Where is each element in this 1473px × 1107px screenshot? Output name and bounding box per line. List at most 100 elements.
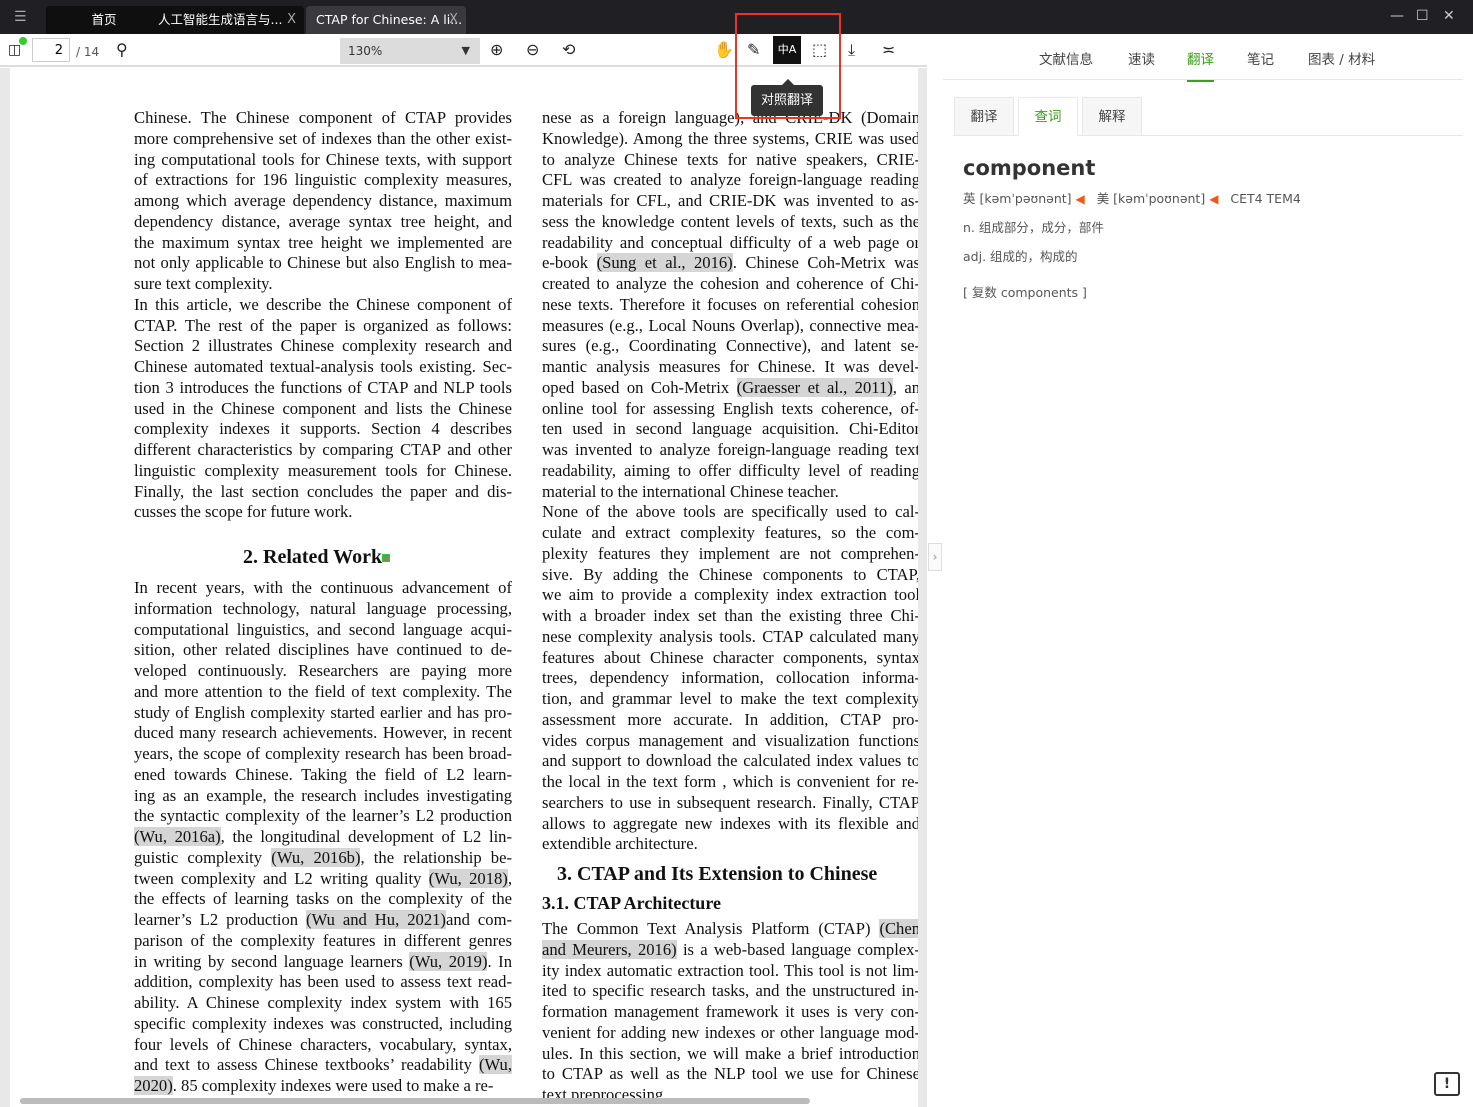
text-line: allows to aggregate new indexes with its…: [542, 813, 918, 833]
text-line: plexity features they implement are not …: [542, 543, 918, 563]
text-line: sition, other related disciplines have c…: [134, 640, 512, 660]
text-line: to analyze Chinese texts for native spea…: [542, 149, 918, 169]
citation-link[interactable]: (Chen: [879, 919, 918, 938]
text-line: of extractions for 196 linguistic comple…: [134, 170, 512, 190]
zoom-out-icon[interactable]: ⊖: [526, 40, 539, 60]
tab-home[interactable]: 首页: [46, 6, 162, 34]
panel-tabs: 文献信息 速读 翻译 笔记 图表 / 材料: [943, 34, 1463, 80]
text-line: ten used in second language acquisition.…: [542, 419, 918, 439]
tab-translate[interactable]: 翻译: [1187, 48, 1214, 68]
text-line: mantic analysis measures for Chinese. It…: [542, 357, 918, 376]
text-line: measures (e.g., Local Nouns Overlap), co…: [542, 315, 918, 335]
definition-noun: n. 组成部分，成分，部件: [963, 220, 1104, 235]
subtab-translate[interactable]: 翻译: [954, 97, 1014, 136]
citation-link[interactable]: (Sung et al., 2016): [596, 253, 733, 273]
text-line: used in the Chinese component and lists …: [134, 398, 512, 418]
text-line: in writing by second language learners (…: [134, 951, 512, 971]
text-line: duced many research achievements. Howeve…: [134, 723, 512, 743]
text-line: (Wu, 2016a), the longitudinal developmen…: [134, 827, 512, 846]
text-line: readability, aiming to offer difficulty …: [542, 460, 918, 480]
close-tab-icon[interactable]: X: [449, 6, 458, 34]
subtab-lookup[interactable]: 查词: [1018, 97, 1078, 136]
subtab-explain[interactable]: 解释: [1082, 97, 1142, 136]
hand-icon[interactable]: ✋: [714, 40, 734, 60]
select-area-icon[interactable]: ⬚: [812, 40, 827, 60]
tab-document-info[interactable]: 文献信息: [1039, 48, 1093, 68]
citation-link[interactable]: (Wu, 2019): [409, 951, 488, 971]
speaker-icon[interactable]: ◀: [1076, 192, 1085, 206]
text-line: tion 3 introduces the functions of CTAP …: [134, 377, 512, 397]
text-line: sive. By adding the Chinese components t…: [542, 564, 918, 584]
text-line: the effects of learning tasks on the com…: [134, 889, 512, 909]
text-line: trees, dependency information, collocati…: [542, 668, 918, 688]
text-line: and more attention to the field of text …: [134, 681, 512, 701]
text-line: CTAP. The rest of the paper is organized…: [134, 315, 512, 335]
horizontal-scrollbar[interactable]: [20, 1098, 810, 1104]
translate-icon[interactable]: 中A: [773, 36, 801, 64]
menu-icon[interactable]: ☰: [14, 10, 30, 24]
close-tab-icon[interactable]: X: [287, 6, 296, 34]
tab-label: CTAP for Chinese: A li...: [316, 12, 463, 27]
speaker-icon[interactable]: ◀: [1209, 192, 1218, 206]
tab-document-1[interactable]: 人工智能生成语言与... X: [148, 6, 304, 34]
close-window-button[interactable]: ✕: [1443, 8, 1455, 24]
text-line: The Common Text Analysis Platform (CTAP)…: [542, 919, 918, 938]
citation-link[interactable]: (Wu, 2016b): [271, 847, 361, 867]
rotate-icon[interactable]: ⟲: [562, 40, 575, 60]
tab-notes[interactable]: 笔记: [1247, 48, 1274, 68]
plural-form: [ 复数 components ]: [963, 285, 1087, 300]
text-column-right: The Common Text Analysis Platform (CTAP)…: [542, 919, 918, 1106]
citation-link[interactable]: (Wu, 2018): [428, 868, 508, 888]
text-line: e-book (Sung et al., 2016). Chinese Coh-…: [542, 253, 918, 273]
uk-phonetic: 英 [kəmˈpəʊnənt]: [963, 191, 1072, 206]
text-line: readability and conceptual difficulty of…: [542, 232, 918, 252]
citation-link[interactable]: (Wu and Hu, 2021): [306, 910, 446, 929]
text-line: was invented to analyze foreign-language…: [542, 440, 918, 459]
tab-figures[interactable]: 图表 / 材料: [1308, 48, 1375, 68]
search-icon[interactable]: ⚲: [116, 40, 128, 60]
zoom-in-icon[interactable]: ⊕: [490, 40, 503, 60]
text-line: assessment more accurate. In addition, C…: [542, 709, 918, 729]
paragraph: In this article, we describe the Chinese…: [134, 295, 512, 523]
maximize-button[interactable]: ☐: [1416, 8, 1429, 24]
annotation-marker[interactable]: [382, 554, 391, 563]
status-dot: [19, 37, 27, 45]
text-line: Knowledge). Among the three systems, CRI…: [542, 128, 918, 148]
citation-link[interactable]: 2020): [134, 1076, 173, 1095]
eye-icon[interactable]: ≍: [882, 40, 895, 60]
text-line: four levels of Chinese characters, vocab…: [134, 1034, 512, 1054]
text-line: the syntactic complexity of the learner’…: [134, 806, 512, 826]
text-line: we aim to provide a complexity index ext…: [542, 585, 918, 605]
lookup-word: component: [963, 156, 1096, 180]
collapse-panel-button[interactable]: ›: [928, 543, 942, 571]
page-number-input[interactable]: [32, 38, 70, 62]
text-line: None of the above tools are specifically…: [542, 502, 918, 522]
text-line: In recent years, with the continuous adv…: [134, 578, 512, 597]
citation-link[interactable]: and Meurers, 2016): [542, 939, 677, 959]
text-line: addition, complexity has been used to as…: [134, 972, 512, 992]
feedback-icon[interactable]: !: [1434, 1072, 1460, 1096]
text-line: vides corpus management and visualizatio…: [542, 730, 918, 750]
download-icon[interactable]: ⤓: [848, 40, 855, 60]
minimize-button[interactable]: —: [1390, 8, 1404, 24]
text-line: years, the scope of complexity research …: [134, 744, 512, 763]
title-bar: ☰ 首页 人工智能生成语言与... X CTAP for Chinese: A l…: [0, 0, 1473, 34]
subsection-heading: 3.1. CTAP Architecture: [542, 893, 721, 913]
tab-speed-read[interactable]: 速读: [1128, 48, 1155, 68]
citation-link[interactable]: (Wu,: [479, 1055, 512, 1075]
text-line: sures (e.g., Coordinating Connective), a…: [542, 336, 918, 356]
text-line: ity index automatic extraction tool. Thi…: [542, 960, 918, 980]
text-line: features about Chinese character compone…: [542, 647, 918, 667]
zoom-select[interactable]: 130% ▼: [340, 38, 480, 64]
pdf-viewer: Chinese. The Chinese component of CTAP p…: [0, 68, 927, 1107]
tab-document-2[interactable]: CTAP for Chinese: A li... X: [306, 6, 466, 34]
pen-icon[interactable]: ✎: [747, 40, 760, 60]
tooltip: 对照翻译: [751, 79, 823, 116]
text-line: study of English complexity started earl…: [134, 702, 512, 722]
text-line: veloped continuously. Researchers are pa…: [134, 661, 512, 680]
active-tab-underline: [1187, 80, 1214, 82]
citation-link[interactable]: (Graesser et al., 2011): [736, 377, 893, 397]
pronunciation-row: 英 [kəmˈpəʊnənt] ◀ 美 [kəmˈpoʊnənt] ◀ CET4…: [963, 188, 1301, 207]
citation-link[interactable]: (Wu, 2016a): [134, 827, 221, 846]
text-line: ened towards Chinese. Taking the field o…: [134, 764, 512, 784]
